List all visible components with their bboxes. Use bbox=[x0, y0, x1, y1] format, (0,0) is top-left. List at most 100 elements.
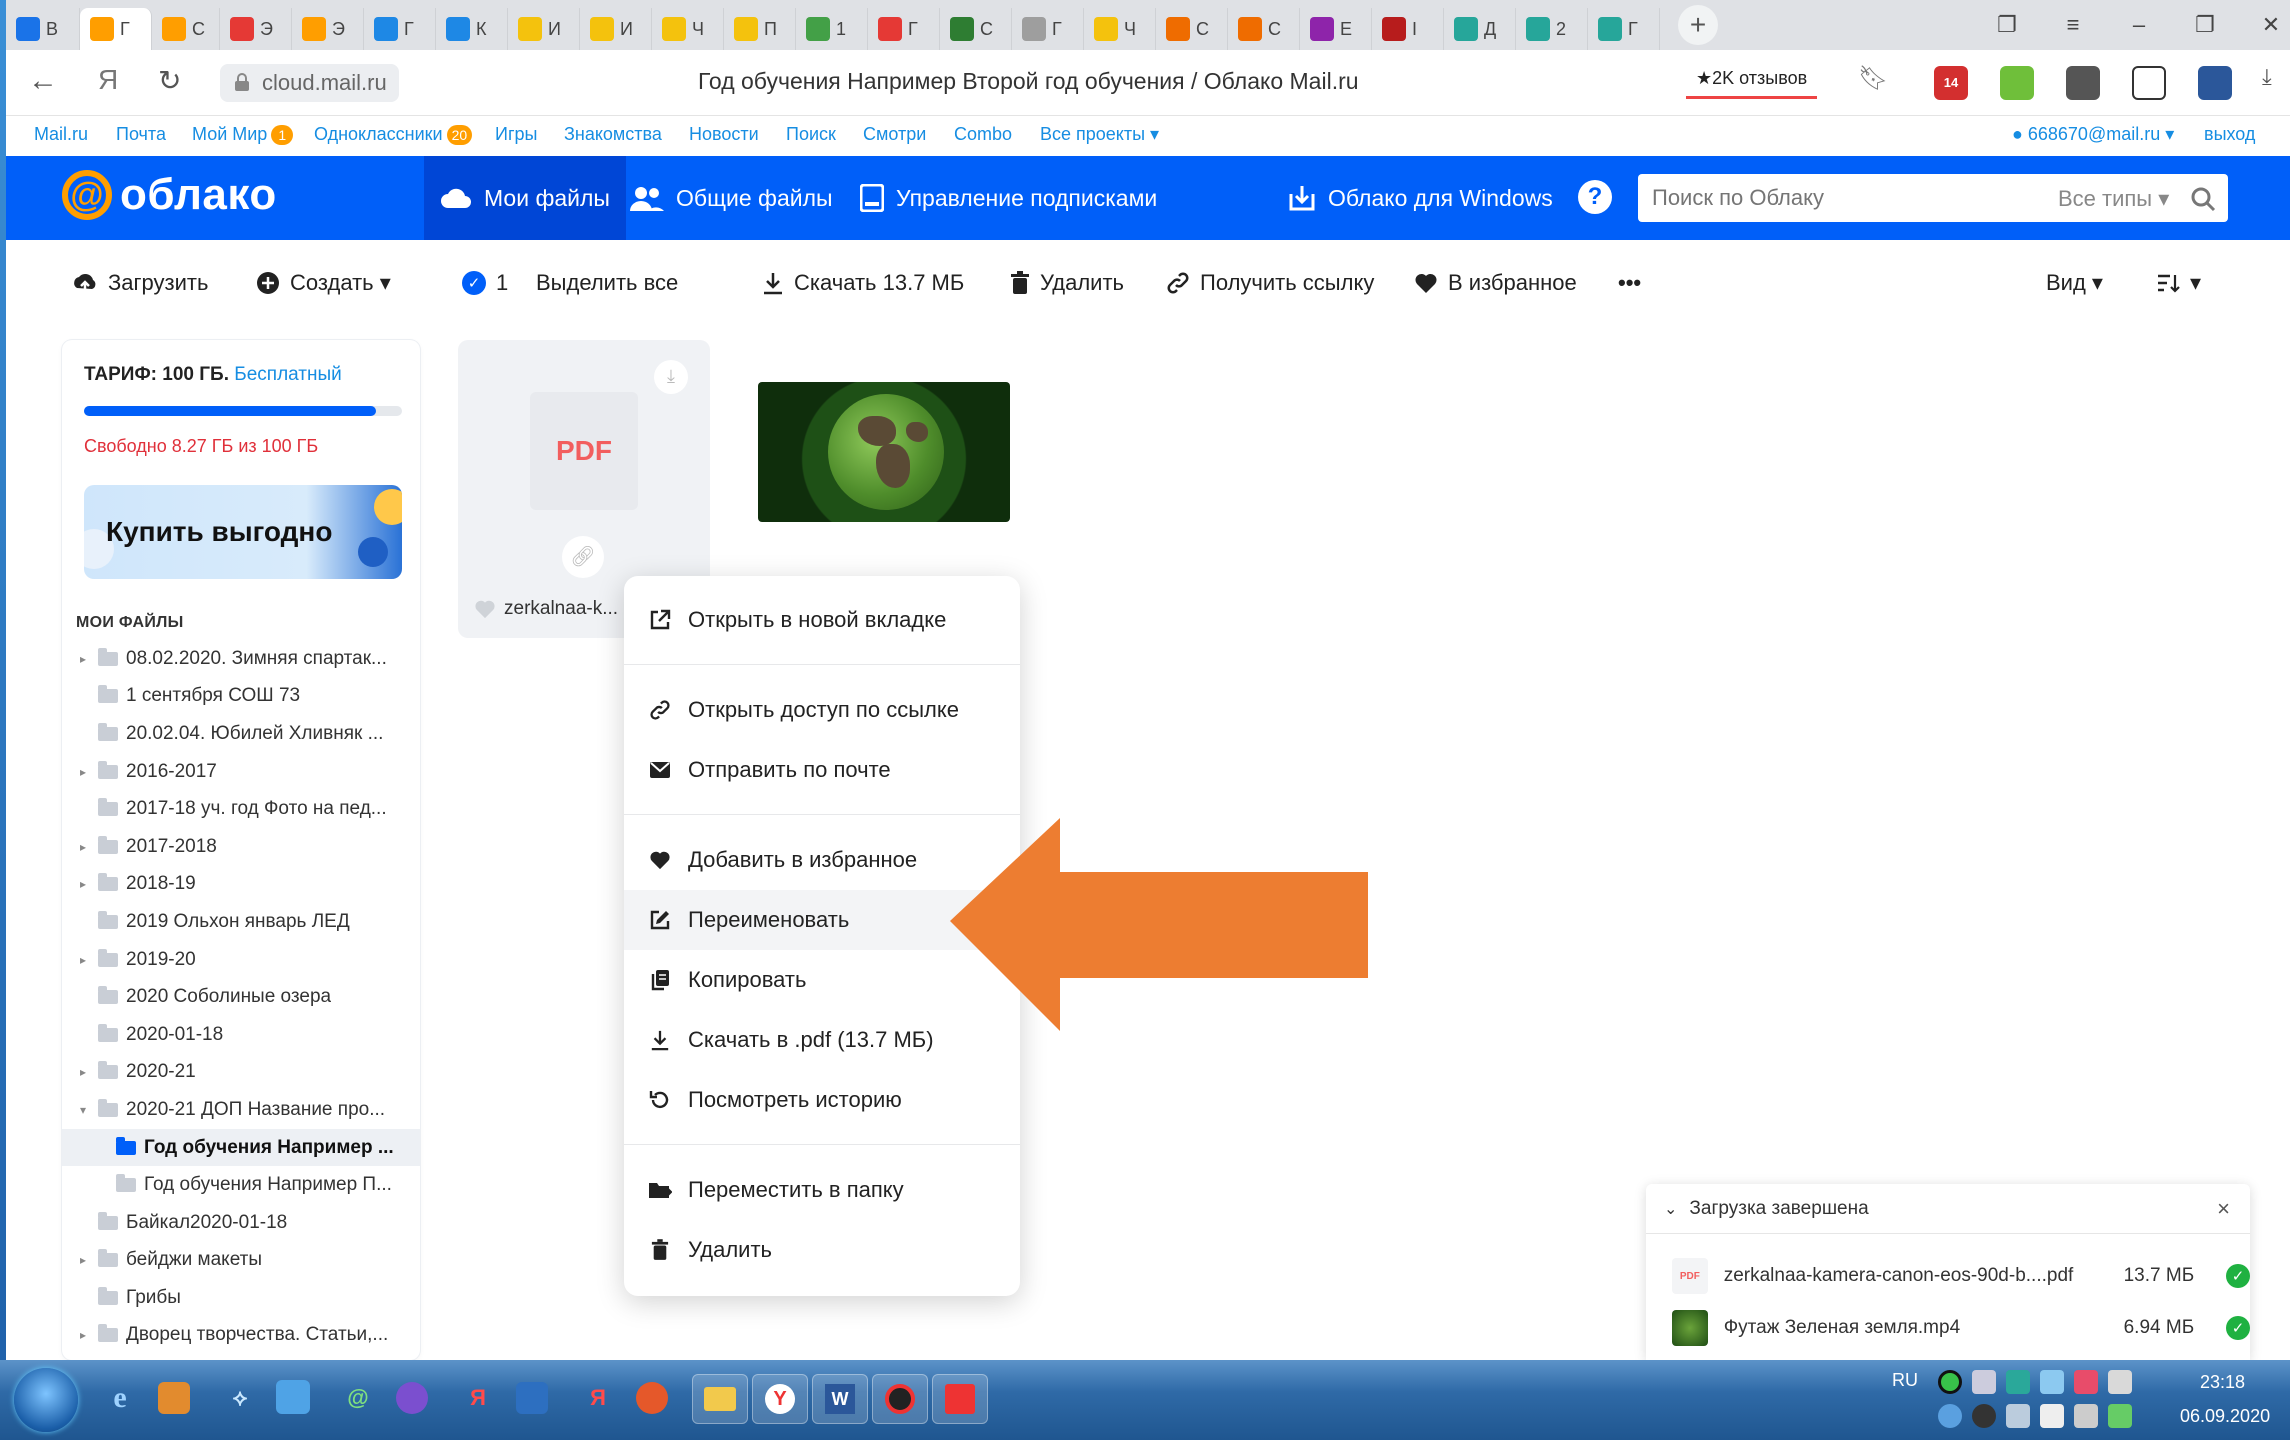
nav-cloud-for-windows[interactable]: Облако для Windows bbox=[1272, 156, 1569, 240]
taskbar-explorer-button[interactable] bbox=[692, 1374, 748, 1424]
browser-tab[interactable]: С bbox=[940, 8, 1012, 50]
browser-tab[interactable]: Г bbox=[80, 8, 152, 50]
expand-caret-icon[interactable]: ▸ bbox=[80, 652, 86, 666]
browser-tab[interactable]: Е bbox=[1300, 8, 1372, 50]
portal-link-watch[interactable]: Смотри bbox=[863, 124, 926, 145]
expand-caret-icon[interactable]: ▸ bbox=[80, 765, 86, 779]
buy-button[interactable]: Купить выгодно bbox=[84, 485, 402, 579]
upload-button[interactable]: Загрузить bbox=[72, 270, 208, 296]
browser-tab[interactable]: С bbox=[1156, 8, 1228, 50]
portal-link-all-projects[interactable]: Все проекты ▾ bbox=[1040, 124, 1159, 145]
search-type-select[interactable]: Все типы ▾ bbox=[2058, 186, 2169, 212]
downloads-icon[interactable]: ⤓ bbox=[2262, 64, 2272, 90]
network-app-icon[interactable]: ⟡ bbox=[218, 1376, 262, 1420]
folder-tree-item[interactable]: ▸ 2020-21 bbox=[62, 1054, 420, 1092]
portal-link-mailru[interactable]: Mail.ru bbox=[34, 124, 88, 145]
nav-shared-files[interactable]: Общие файлы bbox=[614, 156, 849, 240]
folder-tree-item[interactable]: Грибы bbox=[62, 1279, 420, 1317]
folder-tree-item[interactable]: ▸ 2018-19 bbox=[62, 866, 420, 904]
minimize-button[interactable]: – bbox=[2106, 8, 2172, 42]
menu-history[interactable]: Посмотреть историю bbox=[624, 1070, 1020, 1130]
folder-tree-item[interactable]: 2019 Ольхон январь ЛЕД bbox=[62, 903, 420, 941]
browser-tab[interactable]: С bbox=[1228, 8, 1300, 50]
download-extension-icon[interactable] bbox=[2000, 66, 2034, 100]
folder-tree-item[interactable]: 2020 Соболиные озера bbox=[62, 978, 420, 1016]
mail-agent-icon[interactable]: @ bbox=[336, 1376, 380, 1420]
expand-caret-icon[interactable]: ▸ bbox=[80, 1065, 86, 1079]
menu-share-link[interactable]: Открыть доступ по ссылке bbox=[624, 680, 1020, 740]
app-icon[interactable] bbox=[636, 1382, 668, 1414]
portal-link-dating[interactable]: Знакомства bbox=[564, 124, 662, 145]
yandex-icon[interactable]: Я bbox=[98, 64, 118, 96]
tray-app-icon[interactable] bbox=[2074, 1370, 2098, 1394]
app-icon[interactable] bbox=[276, 1380, 310, 1414]
browser-tab[interactable]: 1 bbox=[796, 8, 868, 50]
browser-tab[interactable]: Ч bbox=[1084, 8, 1156, 50]
portal-link-moi-mir[interactable]: Мой Мир 1 bbox=[192, 124, 294, 145]
folder-tree-item[interactable]: 2020-01-18 bbox=[62, 1016, 420, 1054]
upload-panel-header[interactable]: ⌄ Загрузка завершена × bbox=[1646, 1184, 2250, 1234]
browser-tab[interactable]: Г bbox=[1012, 8, 1084, 50]
menu-delete[interactable]: Удалить bbox=[624, 1220, 1020, 1280]
taskbar-pdf-button[interactable] bbox=[932, 1374, 988, 1424]
tray-network-icon[interactable] bbox=[1938, 1404, 1962, 1428]
tray-app-icon[interactable] bbox=[1938, 1370, 1962, 1394]
browser-tab[interactable]: 2 bbox=[1516, 8, 1588, 50]
cloud-logo[interactable]: @ облако bbox=[62, 170, 277, 220]
tray-volume-icon[interactable] bbox=[2006, 1404, 2030, 1428]
expand-caret-icon[interactable]: ▸ bbox=[80, 840, 86, 854]
browser-tab[interactable]: К bbox=[436, 8, 508, 50]
menu-send-mail[interactable]: Отправить по почте bbox=[624, 740, 1020, 800]
link-mini-icon[interactable]: 🔗︎ bbox=[562, 536, 604, 578]
reload-icon[interactable]: ↻ bbox=[158, 64, 181, 97]
folder-tree-item[interactable]: Байкал2020-01-18 bbox=[62, 1204, 420, 1242]
bookmark-icon[interactable]: 🔖︎ bbox=[1858, 64, 1888, 93]
portal-link-ok[interactable]: Одноклассники 20 bbox=[314, 124, 473, 145]
folder-tree-item[interactable]: 2017-18 уч. год Фото на пед... bbox=[62, 790, 420, 828]
tray-app-icon[interactable] bbox=[2108, 1370, 2132, 1394]
user-account-menu[interactable]: ● 668670@mail.ru ▾ bbox=[2012, 124, 2174, 145]
yandex-browser-icon[interactable]: Я bbox=[456, 1376, 500, 1420]
browser-tab[interactable]: П bbox=[724, 8, 796, 50]
folder-tree-item[interactable]: ▸ бейджи макеты bbox=[62, 1242, 420, 1280]
nav-my-files[interactable]: Мои файлы bbox=[424, 156, 626, 240]
portal-link-news[interactable]: Новости bbox=[689, 124, 759, 145]
folder-tree-item[interactable]: ▾ 2020-21 ДОП Название про... bbox=[62, 1091, 420, 1129]
tray-printer-icon[interactable] bbox=[1972, 1370, 1996, 1394]
selection-counter[interactable]: ✓ 1 bbox=[462, 270, 508, 296]
restore-button[interactable]: ❐ bbox=[2172, 8, 2238, 42]
delete-button[interactable]: Удалить bbox=[1010, 270, 1124, 296]
folder-tree-item[interactable]: ▸ Дворец творчества. Статьи,... bbox=[62, 1317, 420, 1355]
folder-tree-item[interactable]: ▸ 2017-2018 bbox=[62, 828, 420, 866]
browser-tab[interactable]: Г bbox=[868, 8, 940, 50]
media-extension-icon[interactable] bbox=[2066, 66, 2100, 100]
clock-time[interactable]: 23:18 bbox=[2200, 1372, 2245, 1393]
browser-tab[interactable]: Ч bbox=[652, 8, 724, 50]
portal-link-games[interactable]: Игры bbox=[495, 124, 537, 145]
adblock-extension-icon[interactable]: 14 bbox=[1934, 66, 1968, 100]
taskbar-yandex-button[interactable]: Y bbox=[752, 1374, 808, 1424]
create-button[interactable]: Создать ▾ bbox=[256, 270, 391, 296]
folder-tree-item[interactable]: ▸ 08.02.2020. Зимняя спартак... bbox=[62, 640, 420, 678]
select-all-button[interactable]: Выделить все bbox=[536, 270, 678, 296]
portal-link-mail[interactable]: Почта bbox=[116, 124, 166, 145]
get-link-button[interactable]: Получить ссылку bbox=[1166, 270, 1374, 296]
search-icon[interactable] bbox=[2190, 186, 2216, 212]
browser-tab[interactable]: И bbox=[580, 8, 652, 50]
folder-tree-item[interactable]: 1 сентября СОШ 73 bbox=[62, 678, 420, 716]
yandex-icon[interactable]: Я bbox=[576, 1376, 620, 1420]
browser-menu-icon[interactable]: ≡ bbox=[2040, 8, 2106, 42]
menu-move-to-folder[interactable]: Переместить в папку bbox=[624, 1160, 1020, 1220]
sort-button[interactable]: ▾ bbox=[2156, 270, 2201, 296]
tray-cloud-icon[interactable] bbox=[2040, 1370, 2064, 1394]
tray-app-icon[interactable] bbox=[2074, 1404, 2098, 1428]
close-icon[interactable]: × bbox=[2217, 1196, 2230, 1222]
menu-open-new-tab[interactable]: Открыть в новой вкладке bbox=[624, 590, 1020, 650]
new-tab-button[interactable]: + bbox=[1678, 5, 1718, 45]
help-icon[interactable]: ? bbox=[1578, 180, 1612, 214]
browser-tab[interactable]: В bbox=[6, 8, 80, 50]
expand-caret-icon[interactable]: ▸ bbox=[80, 877, 86, 891]
language-indicator[interactable]: RU bbox=[1892, 1370, 1918, 1391]
media-player-icon[interactable] bbox=[158, 1382, 190, 1414]
logout-link[interactable]: выход bbox=[2204, 124, 2255, 145]
